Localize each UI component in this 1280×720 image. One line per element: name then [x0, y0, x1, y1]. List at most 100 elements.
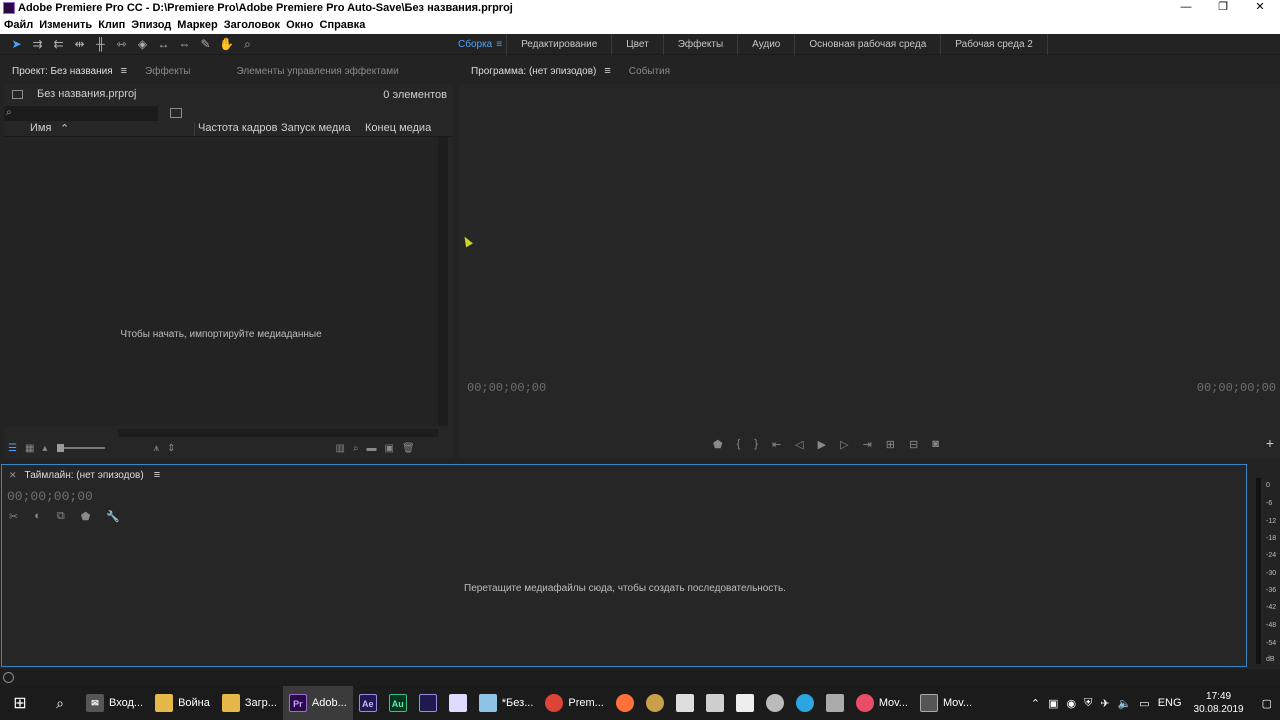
- pen-icon[interactable]: ✎: [197, 36, 214, 53]
- slide-icon[interactable]: ⇔: [176, 36, 193, 53]
- taskbar-item-audition[interactable]: Au: [383, 686, 413, 720]
- button-editor-plus-icon[interactable]: +: [1266, 435, 1274, 451]
- workspace-color[interactable]: Цвет: [612, 34, 662, 55]
- close-tab-icon[interactable]: ✕: [9, 470, 17, 481]
- step-forward-icon[interactable]: ▷: [840, 438, 848, 451]
- taskbar-item-notepad[interactable]: *Без...: [473, 686, 540, 720]
- column-media-start[interactable]: Запуск медиа: [281, 122, 351, 134]
- tray-app-icon[interactable]: ▣: [1048, 697, 1058, 710]
- step-back-icon[interactable]: ◁: [795, 438, 803, 451]
- horizontal-scrollbar[interactable]: [118, 429, 438, 437]
- extract-icon[interactable]: ⊟: [909, 438, 918, 451]
- taskbar-item-camera[interactable]: [730, 686, 760, 720]
- search-icon[interactable]: ⌕: [40, 695, 80, 712]
- minimize-button[interactable]: —: [1168, 0, 1204, 16]
- clock[interactable]: 17:49 30.08.2019: [1194, 690, 1244, 716]
- taskbar-item-telegram[interactable]: [790, 686, 820, 720]
- new-bin-button-icon[interactable]: ▬: [367, 443, 377, 454]
- telegram-tray-icon[interactable]: ✈: [1100, 697, 1109, 710]
- workspace-editing[interactable]: Редактирование: [507, 34, 611, 55]
- track-select-forward-icon[interactable]: ⇉: [29, 36, 46, 53]
- workspace-essentials[interactable]: Основная рабочая среда: [795, 34, 940, 55]
- workspace-menu-icon[interactable]: ≡: [496, 39, 502, 50]
- taskbar-item-media-encoder[interactable]: [413, 686, 443, 720]
- track-select-backward-icon[interactable]: ⇇: [50, 36, 67, 53]
- tab-effect-controls[interactable]: Элементы управления эффектами: [229, 66, 407, 77]
- tab-events[interactable]: События: [621, 66, 678, 77]
- selection-tool-icon[interactable]: ➤: [8, 36, 25, 53]
- menu-edit[interactable]: Изменить: [39, 19, 92, 31]
- timeline-timecode[interactable]: 00;00;00;00: [7, 489, 93, 504]
- snap-icon[interactable]: ◐: [34, 510, 41, 523]
- chevron-up-icon[interactable]: ⌃: [1031, 697, 1040, 710]
- language-indicator[interactable]: ENG: [1158, 697, 1182, 709]
- taskbar-item-movavi-video[interactable]: Mov...: [914, 686, 978, 720]
- mark-out-icon[interactable]: }: [754, 438, 758, 450]
- menu-title[interactable]: Заголовок: [224, 19, 280, 31]
- go-to-in-icon[interactable]: ⇤: [772, 438, 781, 451]
- maximize-button[interactable]: ❐: [1205, 0, 1241, 16]
- tab-timeline[interactable]: Таймлайн: (нет эпизодов): [25, 470, 144, 481]
- rate-stretch-icon[interactable]: ⇿: [113, 36, 130, 53]
- sort-order-icon[interactable]: ⇕: [167, 443, 175, 454]
- sort-icons-icon[interactable]: ⩚: [153, 443, 159, 454]
- taskbar-item-app[interactable]: [640, 686, 670, 720]
- menu-file[interactable]: Файл: [4, 19, 33, 31]
- tab-project[interactable]: Проект: Без названия: [4, 66, 121, 77]
- menu-sequence[interactable]: Эпизод: [131, 19, 171, 31]
- taskbar-item-firefox[interactable]: [610, 686, 640, 720]
- taskbar-item-skype[interactable]: [820, 686, 850, 720]
- vertical-scrollbar[interactable]: [438, 137, 448, 426]
- column-name[interactable]: Имя: [30, 122, 51, 134]
- linked-selection-icon[interactable]: ⧉: [57, 510, 65, 523]
- new-item-icon[interactable]: ▣: [385, 443, 394, 454]
- tab-program[interactable]: Программа: (нет эпизодов): [463, 66, 604, 77]
- icon-view-icon[interactable]: ▦: [25, 443, 34, 454]
- status-icon[interactable]: [3, 672, 14, 683]
- panel-menu-icon[interactable]: ≡: [604, 65, 610, 77]
- list-view-icon[interactable]: ☰: [8, 443, 17, 454]
- panel-menu-icon[interactable]: ≡: [121, 65, 127, 77]
- taskbar-item-after-effects[interactable]: Ae: [353, 686, 383, 720]
- volume-icon[interactable]: 🔈: [1118, 697, 1132, 710]
- workspace-2[interactable]: Рабочая среда 2: [941, 34, 1047, 55]
- notifications-icon[interactable]: ▢: [1262, 697, 1272, 710]
- column-media-end[interactable]: Конец медиа: [365, 122, 431, 134]
- rolling-edit-icon[interactable]: ╫: [92, 36, 109, 53]
- mark-in-icon[interactable]: {: [737, 438, 741, 450]
- sort-ascending-icon[interactable]: ⌃: [60, 122, 69, 135]
- panel-menu-icon[interactable]: ≡: [154, 469, 160, 481]
- workspace-effects[interactable]: Эффекты: [664, 34, 737, 55]
- nest-toggle-icon[interactable]: ✂: [9, 510, 18, 523]
- taskbar-item-paint[interactable]: [760, 686, 790, 720]
- taskbar-item-downloads[interactable]: Загр...: [216, 686, 283, 720]
- add-marker-icon[interactable]: ⬟: [713, 438, 723, 451]
- project-list[interactable]: Чтобы начать, импортируйте медиаданные: [4, 137, 438, 426]
- close-button[interactable]: ✕: [1242, 0, 1278, 16]
- menu-marker[interactable]: Маркер: [177, 19, 217, 31]
- network-icon[interactable]: ◉: [1067, 697, 1077, 710]
- trash-icon[interactable]: 🗑: [402, 443, 415, 454]
- tab-effects[interactable]: Эффекты: [137, 66, 198, 77]
- new-bin-icon[interactable]: [170, 108, 182, 118]
- taskbar-item-premiere[interactable]: Pr Adob...: [282, 686, 353, 720]
- wrench-icon[interactable]: 🔧: [106, 510, 120, 523]
- ripple-edit-icon[interactable]: ⇹: [71, 36, 88, 53]
- taskbar-item-document[interactable]: [443, 686, 473, 720]
- zoom-slider-handle[interactable]: [57, 444, 65, 452]
- menu-window[interactable]: Окно: [286, 19, 313, 31]
- zoom-icon[interactable]: ⌕: [239, 36, 256, 53]
- taskbar-item-chrome[interactable]: Prem...: [539, 686, 609, 720]
- taskbar-item-tool[interactable]: [700, 686, 730, 720]
- lift-icon[interactable]: ⊞: [886, 438, 895, 451]
- export-frame-icon[interactable]: ◙: [932, 438, 939, 450]
- workspace-audio[interactable]: Аудио: [738, 34, 794, 55]
- column-frame-rate[interactable]: Частота кадров: [198, 122, 278, 134]
- monitor-icon[interactable]: ▭: [1139, 697, 1149, 710]
- find-icon[interactable]: ⌕: [353, 443, 359, 454]
- playhead-timecode[interactable]: 00;00;00;00: [467, 381, 546, 395]
- freeform-view-icon[interactable]: ▴: [42, 443, 47, 454]
- security-icon[interactable]: ⛨: [1084, 697, 1092, 710]
- taskbar-item-microphone[interactable]: [670, 686, 700, 720]
- taskbar-item-mail[interactable]: ✉ Вход...: [80, 686, 149, 720]
